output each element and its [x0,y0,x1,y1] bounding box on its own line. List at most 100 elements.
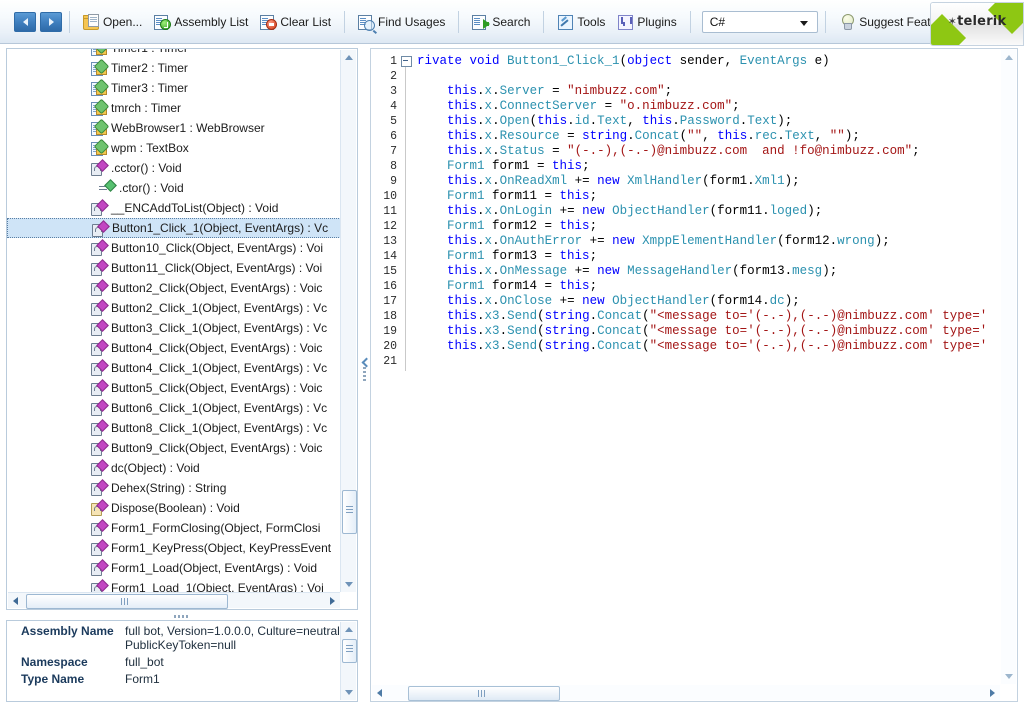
code-token: . [492,99,500,113]
tree-item[interactable]: Button3_Click_1(Object, EventArgs) : Vc [7,318,341,338]
back-button[interactable] [14,11,36,32]
assembly-list-button[interactable]: Assembly List [148,8,254,36]
editor-scroll-left-button[interactable] [372,685,387,700]
clear-list-button[interactable]: Clear List [254,8,337,36]
tree-scroll-left-button[interactable] [8,593,23,608]
tree-item[interactable]: Button2_Click_1(Object, EventArgs) : Vc [7,298,341,318]
code-token: = [544,84,568,98]
tree-item[interactable]: Button2_Click(Object, EventArgs) : Voic [7,278,341,298]
tree-item[interactable]: .ctor() : Void [7,178,341,198]
code-viewer[interactable]: 1 rivate void Button1_Click_1(object send… [371,49,1001,685]
method-private-icon [91,399,109,416]
tree-item[interactable]: .cctor() : Void [7,158,341,178]
tree-item[interactable]: Form1_FormClosing(Object, FormClosi [7,518,341,538]
tree-item[interactable]: Button4_Click_1(Object, EventArgs) : Vc [7,358,341,378]
tree-item[interactable]: Dispose(Boolean) : Void [7,498,341,518]
toolbar-divider [825,10,827,33]
code-token: "nimbuzz.com" [567,84,665,98]
code-line: 3 this.x.Server = "nimbuzz.com"; [371,84,1001,99]
folder-open-icon [82,14,99,30]
tree-item[interactable]: Button8_Click_1(Object, EventArgs) : Vc [7,418,341,438]
properties-vertical-scrollbar[interactable] [340,622,357,700]
search-button[interactable]: Search [466,8,536,36]
language-select[interactable]: C# [701,10,819,33]
tree-item[interactable]: Form1_Load(Object, EventArgs) : Void [7,558,341,578]
tree-item[interactable]: wpm : TextBox [7,138,341,158]
properties-scroll-up-button[interactable] [341,622,356,637]
code-token: "o.nimbuzz.com" [619,99,733,113]
tree-item[interactable]: __ENCAddToList(Object) : Void [7,198,341,218]
tree-scroll-up-button[interactable] [341,50,356,65]
collapse-panel-chevron-icon[interactable] [361,358,369,368]
tools-button[interactable]: Tools [551,8,611,36]
editor-vertical-scrollbar[interactable] [1001,50,1016,684]
code-token: Concat [634,129,680,143]
tree-horizontal-scrollbar[interactable] [8,592,340,609]
assembly-tree-list[interactable]: Timer1 : Timer Timer2 : Timer Timer3 : Tim… [7,49,341,593]
tree-item-label: tmrch : Timer [111,101,182,115]
code-token: XmppElementHandler [642,234,778,248]
assembly-list-label: Assembly List [174,14,249,29]
editor-scroll-down-button[interactable] [1001,669,1016,684]
properties-rows: Assembly Name full bot, Version=1.0.0.0, … [7,621,357,686]
tree-item[interactable]: Timer2 : Timer [7,58,341,78]
code-token: (form1. [702,174,755,188]
code-token: string [544,309,590,323]
find-usages-button[interactable]: Find Usages [352,8,451,36]
tree-item[interactable]: Timer1 : Timer [7,49,341,58]
editor-scroll-right-button[interactable] [985,685,1000,700]
forward-button[interactable] [40,11,62,32]
tree-item[interactable]: Button10_Click(Object, EventArgs) : Voi [7,238,341,258]
tree-item-label: Form1_Load(Object, EventArgs) : Void [111,561,318,575]
code-token: Form1 [447,249,485,263]
property-key: Type Name [21,672,85,686]
splitter-grip-icon [363,367,366,383]
code-token: Form1 [447,219,485,233]
line-number: 18 [383,310,397,323]
editor-scroll-up-button[interactable] [1001,50,1016,65]
code-token: . [477,144,485,158]
code-editor-panel[interactable]: 1 rivate void Button1_Click_1(object send… [370,48,1018,702]
tree-item[interactable]: dc(Object) : Void [7,458,341,478]
editor-horizontal-scrollbar[interactable] [372,685,1000,701]
properties-scroll-thumb[interactable] [342,639,357,663]
tree-item[interactable]: Form1_Load_1(Object, EventArgs) : Voi [7,578,341,593]
property-row: Namespace full_bot [7,652,357,669]
tree-item[interactable]: Button11_Click(Object, EventArgs) : Voi [7,258,341,278]
code-token: . [477,114,485,128]
tree-item[interactable]: tmrch : Timer [7,98,341,118]
tree-item[interactable]: Button6_Click_1(Object, EventArgs) : Vc [7,398,341,418]
code-token: id [574,114,590,128]
tree-item[interactable]: WebBrowser1 : WebBrowser [7,118,341,138]
tree-item[interactable]: Button9_Click(Object, EventArgs) : Voic [7,438,341,458]
code-token: . [477,324,485,338]
assembly-tree-panel[interactable]: Timer1 : Timer Timer2 : Timer Timer3 : Tim… [6,48,358,610]
collapse-region-icon[interactable] [401,56,412,67]
tree-scroll-down-button[interactable] [341,577,356,592]
tree-item[interactable]: Dehex(String) : String [7,478,341,498]
properties-scroll-down-button[interactable] [341,685,356,700]
tree-vertical-scroll-thumb[interactable] [342,490,357,534]
tree-item-label: Button2_Click(Object, EventArgs) : Voic [111,281,323,295]
tree-vertical-scrollbar[interactable] [340,50,357,592]
plugins-button[interactable]: Plugins [611,8,682,36]
code-token: ); [874,234,890,248]
line-number: 8 [390,160,397,173]
tree-item[interactable]: Button4_Click(Object, EventArgs) : Voic [7,338,341,358]
code-token: x [484,264,493,278]
open-button[interactable]: Open... [77,8,148,36]
line-number: 11 [383,205,397,218]
editor-horizontal-scroll-thumb[interactable] [408,686,560,701]
line-number: 20 [383,340,397,353]
clear-list-icon [260,14,278,30]
code-token: OnMessage [499,264,568,278]
tree-scroll-right-button[interactable] [325,593,340,608]
tree-item[interactable]: Timer3 : Timer [7,78,341,98]
tree-horizontal-scroll-thumb[interactable] [26,594,228,609]
code-token: ; [732,99,740,113]
vertical-splitter[interactable] [360,48,370,702]
line-number: 15 [383,265,397,278]
tree-item[interactable]: Button5_Click(Object, EventArgs) : Voic [7,378,341,398]
tree-item-selected[interactable]: Button1_Click_1(Object, EventArgs) : Vc [7,218,341,238]
tree-item[interactable]: Form1_KeyPress(Object, KeyPressEvent [7,538,341,558]
